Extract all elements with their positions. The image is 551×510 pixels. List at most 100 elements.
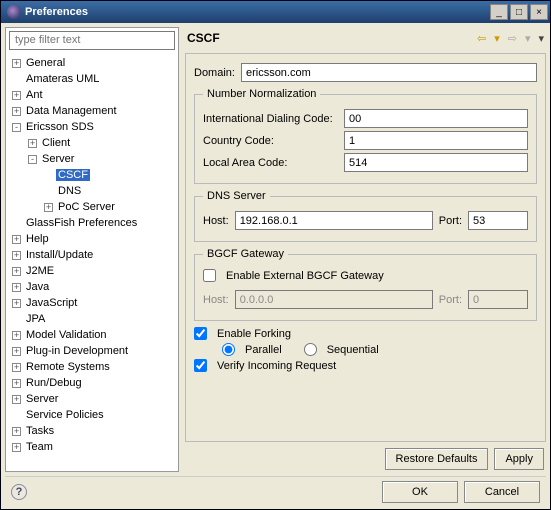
forking-parallel-label[interactable]: Parallel xyxy=(245,344,282,356)
tree-item-label[interactable]: JavaScript xyxy=(24,297,79,309)
expand-icon[interactable]: + xyxy=(12,251,21,260)
tree-item[interactable]: +Run/Debug xyxy=(6,375,178,391)
tree-item[interactable]: +Install/Update xyxy=(6,247,178,263)
verify-label[interactable]: Verify Incoming Request xyxy=(217,360,336,372)
tree-item[interactable]: GlassFish Preferences xyxy=(6,215,178,231)
collapse-icon[interactable]: - xyxy=(12,123,21,132)
expand-icon[interactable]: + xyxy=(12,235,21,244)
tree-item-label[interactable]: Ant xyxy=(24,89,45,101)
tree-item-label[interactable]: DNS xyxy=(56,185,83,197)
bgcf-enable-checkbox[interactable] xyxy=(203,269,216,282)
domain-input[interactable] xyxy=(241,63,537,82)
tree-item-label[interactable]: Java xyxy=(24,281,51,293)
bgcf-host-input xyxy=(235,290,433,309)
expand-icon[interactable]: + xyxy=(12,427,21,436)
tree-item[interactable]: +Server xyxy=(6,391,178,407)
expand-icon[interactable]: + xyxy=(28,139,37,148)
tree-item-label[interactable]: Run/Debug xyxy=(24,377,84,389)
tree-item[interactable]: +Ant xyxy=(6,87,178,103)
tree-item[interactable]: +General xyxy=(6,55,178,71)
tree-item-label[interactable]: Server xyxy=(24,393,60,405)
expand-icon[interactable]: + xyxy=(44,203,53,212)
enable-forking-label[interactable]: Enable Forking xyxy=(217,328,291,340)
expand-icon[interactable]: + xyxy=(12,331,21,340)
view-menu-icon[interactable]: ▾ xyxy=(538,32,544,45)
expand-icon[interactable]: + xyxy=(12,107,21,116)
maximize-button[interactable]: □ xyxy=(510,4,528,20)
filter-input[interactable] xyxy=(13,33,171,47)
forking-sequential-label[interactable]: Sequential xyxy=(327,344,379,356)
tree-item-label[interactable]: Data Management xyxy=(24,105,119,117)
tree-item[interactable]: -Ericsson SDS xyxy=(6,119,178,135)
tree-item-label[interactable]: Server xyxy=(40,153,76,165)
tree-item-label[interactable]: Tasks xyxy=(24,425,56,437)
tree-item-label[interactable]: Team xyxy=(24,441,55,453)
tree-item-label[interactable]: Plug-in Development xyxy=(24,345,130,357)
collapse-icon[interactable]: - xyxy=(28,155,37,164)
help-icon[interactable]: ? xyxy=(11,484,27,500)
tree-item-label[interactable]: Remote Systems xyxy=(24,361,112,373)
tree-item-label[interactable]: J2ME xyxy=(24,265,56,277)
lac-input[interactable] xyxy=(344,153,528,172)
tree-item[interactable]: CSCF xyxy=(6,167,178,183)
tree-item-label[interactable]: Help xyxy=(24,233,51,245)
tree-item[interactable]: +J2ME xyxy=(6,263,178,279)
bgcf-enable-label[interactable]: Enable External BGCF Gateway xyxy=(226,270,384,282)
tree-item-label[interactable]: Install/Update xyxy=(24,249,95,261)
close-button[interactable]: × xyxy=(530,4,548,20)
preference-tree[interactable]: +GeneralAmateras UML+Ant+Data Management… xyxy=(6,53,178,471)
tree-item[interactable]: Amateras UML xyxy=(6,71,178,87)
nav-back-menu-icon[interactable]: ▾ xyxy=(494,32,500,45)
expand-icon[interactable]: + xyxy=(12,379,21,388)
tree-item-label[interactable]: Service Policies xyxy=(24,409,106,421)
tree-item[interactable]: +JavaScript xyxy=(6,295,178,311)
expand-icon[interactable]: + xyxy=(12,267,21,276)
tree-item-label[interactable]: Client xyxy=(40,137,72,149)
tree-item[interactable]: Service Policies xyxy=(6,407,178,423)
tree-item-label[interactable]: Model Validation xyxy=(24,329,109,341)
tree-item[interactable]: DNS xyxy=(6,183,178,199)
tree-item[interactable]: -Server xyxy=(6,151,178,167)
tree-item-label[interactable]: GlassFish Preferences xyxy=(24,217,139,229)
dns-port-input[interactable] xyxy=(468,211,528,230)
cc-input[interactable] xyxy=(344,131,528,150)
dns-host-input[interactable] xyxy=(235,211,433,230)
tree-item[interactable]: +Plug-in Development xyxy=(6,343,178,359)
tree-item[interactable]: +Remote Systems xyxy=(6,359,178,375)
restore-defaults-button[interactable]: Restore Defaults xyxy=(385,448,489,470)
tree-item-label[interactable]: CSCF xyxy=(56,169,90,181)
tree-item[interactable]: +Data Management xyxy=(6,103,178,119)
expand-icon[interactable]: + xyxy=(12,299,21,308)
forking-sequential-radio[interactable] xyxy=(304,343,317,356)
tree-item[interactable]: +Model Validation xyxy=(6,327,178,343)
tree-item-label[interactable]: General xyxy=(24,57,67,69)
tree-item[interactable]: +Team xyxy=(6,439,178,455)
tree-item[interactable]: JPA xyxy=(6,311,178,327)
enable-forking-checkbox[interactable] xyxy=(194,327,207,340)
tree-item[interactable]: +Help xyxy=(6,231,178,247)
expand-icon[interactable]: + xyxy=(12,91,21,100)
expand-icon[interactable]: + xyxy=(12,443,21,452)
ok-button[interactable]: OK xyxy=(382,481,458,503)
tree-item-label[interactable]: Amateras UML xyxy=(24,73,101,85)
expand-icon[interactable]: + xyxy=(12,347,21,356)
expand-icon[interactable]: + xyxy=(12,283,21,292)
tree-item[interactable]: +Java xyxy=(6,279,178,295)
tree-item-label[interactable]: PoC Server xyxy=(56,201,117,213)
minimize-button[interactable]: _ xyxy=(490,4,508,20)
tree-item-label[interactable]: JPA xyxy=(24,313,47,325)
expand-icon[interactable]: + xyxy=(12,59,21,68)
forking-parallel-radio[interactable] xyxy=(222,343,235,356)
idc-input[interactable] xyxy=(344,109,528,128)
tree-item[interactable]: +PoC Server xyxy=(6,199,178,215)
bgcf-gateway-group: BGCF Gateway Enable External BGCF Gatewa… xyxy=(194,248,537,321)
tree-item[interactable]: +Tasks xyxy=(6,423,178,439)
cancel-button[interactable]: Cancel xyxy=(464,481,540,503)
apply-button[interactable]: Apply xyxy=(494,448,544,470)
tree-item[interactable]: +Client xyxy=(6,135,178,151)
tree-item-label[interactable]: Ericsson SDS xyxy=(24,121,96,133)
expand-icon[interactable]: + xyxy=(12,363,21,372)
verify-checkbox[interactable] xyxy=(194,359,207,372)
expand-icon[interactable]: + xyxy=(12,395,21,404)
nav-back-icon[interactable]: ⇦ xyxy=(477,32,486,45)
